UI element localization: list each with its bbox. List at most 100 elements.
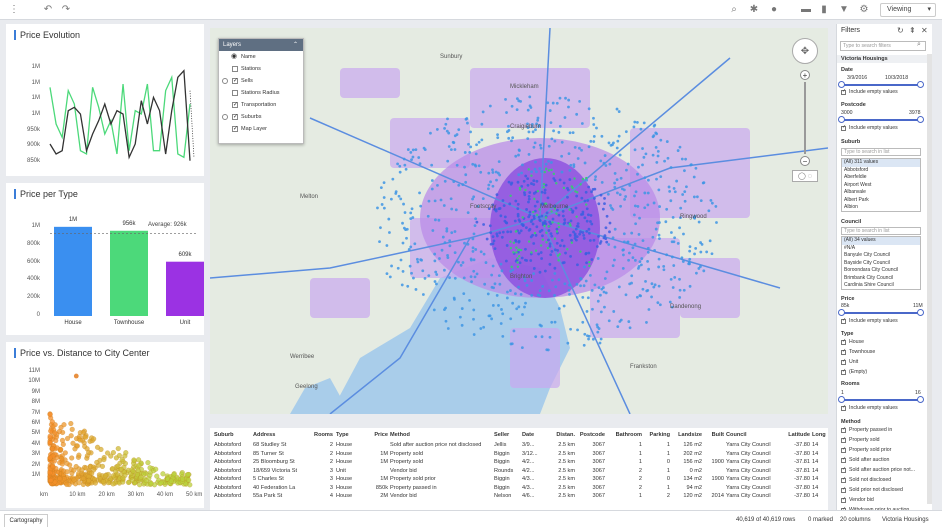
column-header[interactable]: Price [368,432,388,438]
viewing-mode-select[interactable]: Viewing [880,3,936,17]
undo-icon[interactable]: ↶ [42,4,54,16]
zoom-out-button[interactable]: − [800,156,810,166]
layer-checkbox[interactable] [232,123,238,135]
zoom-slider[interactable] [804,82,806,154]
bar-townhouse[interactable] [110,230,148,316]
layer-checkbox[interactable] [232,111,238,123]
council-list-item[interactable]: Brimbank City Council [842,275,920,283]
layer-radio[interactable] [222,78,228,84]
price-range-slider[interactable] [838,309,924,316]
council-list-item[interactable]: (All) 34 values [842,237,920,245]
column-header[interactable]: Bathroom [608,432,642,438]
checkbox[interactable] [841,338,846,345]
table-row[interactable]: Abbotsford 25 Bloomburg St 2 House 1M Propert… [210,459,828,468]
bar-unit[interactable] [166,261,204,316]
suburb-search-input[interactable]: Type to search in list [841,148,921,156]
more-vertical-icon[interactable]: ⋮ [8,4,20,16]
checkbox[interactable] [841,358,846,365]
visibility-eye-icon[interactable]: ◉ [231,51,237,63]
bookmark-flag-icon[interactable]: ▮ [818,4,830,16]
slider-knob[interactable] [917,309,924,316]
layer-checkbox[interactable] [232,66,238,72]
pin-icon[interactable]: ⇞ [909,26,916,35]
checkbox[interactable] [841,466,846,473]
council-list-item[interactable]: #N/A [842,245,920,253]
column-header[interactable]: Seller [494,432,520,438]
column-header[interactable]: Landsize [672,432,702,438]
table-row[interactable]: Abbotsford 68 Studley St 2 House Sold after … [210,442,828,451]
council-search-input[interactable]: Type to search in list [841,227,921,235]
column-header[interactable]: Date [522,432,548,438]
layer-radio[interactable] [222,114,228,120]
price-evolution-chart[interactable] [6,24,204,176]
council-list-item[interactable]: Cardinia Shire Council [842,282,920,290]
map-view[interactable]: Sunbury Mickleham Craigieburn Melton Melbour… [210,28,828,414]
filter-icon[interactable]: ▼ [838,4,850,16]
checkbox[interactable] [841,496,846,503]
checkbox[interactable] [841,476,846,483]
column-header[interactable]: Address [253,432,307,438]
checkbox[interactable] [841,486,846,493]
bookmark-icon[interactable]: ✱ [748,4,760,16]
rooms-range-slider[interactable] [838,396,924,403]
search-icon[interactable]: ⌕ [728,4,740,16]
checkbox[interactable] [841,124,846,131]
layer-item[interactable]: Stations [219,63,303,75]
filter-search-input[interactable]: Type to search filters [840,41,926,51]
suburb-list-item[interactable]: Albanvale [842,189,920,197]
council-list-item[interactable]: Boroondara City Council [842,267,920,275]
checkbox[interactable] [841,88,846,95]
checkbox[interactable] [841,436,846,443]
checkbox[interactable] [841,404,846,411]
table-row[interactable]: Abbotsford 5 Charles St 3 House 1M Property s… [210,476,828,485]
layer-item[interactable]: Transportation [219,99,303,111]
checkbox[interactable] [841,446,846,453]
column-header[interactable]: Postcode [577,432,605,438]
slider-knob[interactable] [838,81,845,88]
collapse-icon[interactable]: ⌃ [293,39,298,51]
table-row[interactable]: Abbotsford 85 Turner St 2 House 1M Property s… [210,451,828,460]
column-header[interactable]: Long [812,432,826,438]
column-header[interactable]: Built [704,432,724,438]
suburb-list-item[interactable]: Aberfeldie [842,174,920,182]
layer-item[interactable]: Map Layer [219,123,303,135]
zoom-in-button[interactable]: + [800,70,810,80]
date-range-slider[interactable] [838,81,924,88]
suburb-list-item[interactable]: (All) 311 values [842,159,920,167]
checkbox[interactable] [841,426,846,433]
pan-compass-icon[interactable]: ✥ [792,38,818,64]
tab-cartography[interactable]: Cartography [4,514,48,527]
slider-knob[interactable] [917,396,924,403]
layers-header[interactable]: Layers ⌃ [219,39,303,51]
close-icon[interactable]: ✕ [921,26,928,35]
council-list-item[interactable]: Banyule City Council [842,252,920,260]
layer-checkbox[interactable] [232,75,238,87]
layer-item[interactable]: Suburbs [219,111,303,123]
column-header[interactable]: Parking [644,432,670,438]
layer-checkbox[interactable] [232,90,238,96]
slider-knob[interactable] [917,116,924,123]
table-row[interactable]: Abbotsford 40 Federation La 3 House 850k Prop… [210,485,828,494]
slider-knob[interactable] [838,396,845,403]
table-row[interactable]: Abbotsford 55a Park St 4 House 2M Vendor bid N… [210,493,828,502]
filters-scrollbar[interactable] [927,54,932,504]
suburb-list-item[interactable]: Albert Park [842,197,920,205]
council-list[interactable]: (All) 34 values #N/A Banyule City Council B… [841,236,921,290]
table-row[interactable]: Abbotsford 18/659 Victoria St 3 Unit Vendor … [210,468,828,477]
suburb-list-item[interactable]: Albion [842,204,920,212]
notification-icon[interactable]: ● [768,4,780,16]
checkbox[interactable] [841,317,846,324]
price-distance-scatter[interactable] [6,342,204,508]
bar-house[interactable] [54,226,92,316]
checkbox[interactable] [841,456,846,463]
layer-item[interactable]: Sells [219,75,303,87]
slider-knob[interactable] [917,81,924,88]
column-header[interactable]: Suburb [214,432,252,438]
column-header[interactable]: Latitude [782,432,810,438]
council-list-item[interactable]: Bayside City Council [842,260,920,268]
redo-icon[interactable]: ↷ [60,4,72,16]
layer-checkbox[interactable] [232,99,238,111]
column-header[interactable]: Council [726,432,780,438]
column-header[interactable]: Distan. [549,432,575,438]
slider-knob[interactable] [838,309,845,316]
